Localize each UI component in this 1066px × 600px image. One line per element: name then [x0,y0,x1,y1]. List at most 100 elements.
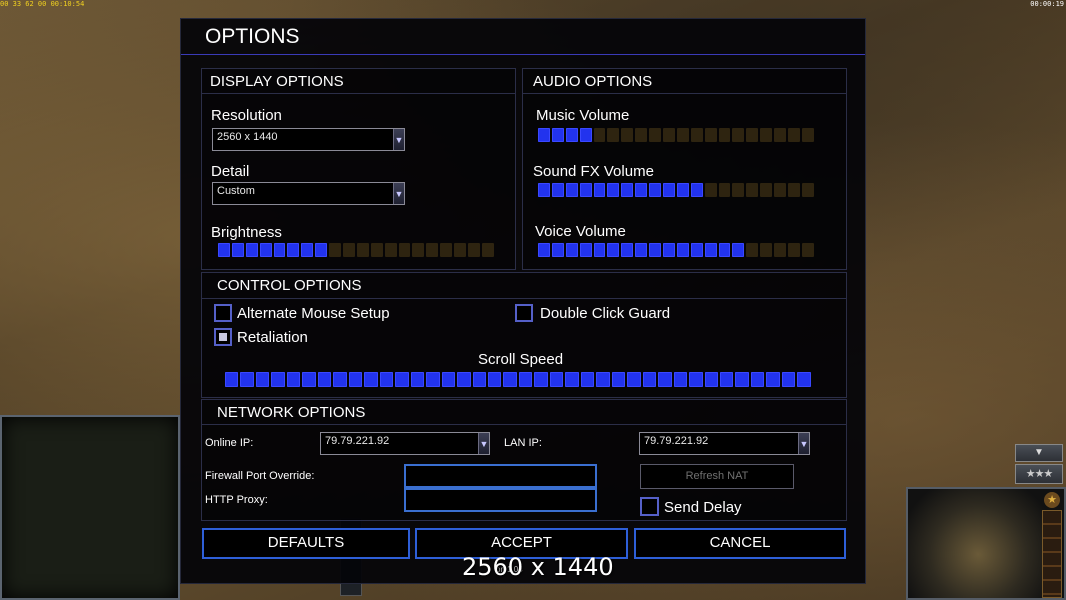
slider-segment [255,372,270,387]
double-click-label: Double Click Guard [540,305,671,322]
slider-segment [621,243,634,257]
sfx-volume-slider[interactable] [538,183,814,197]
slider-segment [364,372,378,387]
slider-segment [627,372,641,387]
retaliation-checkbox[interactable] [214,328,232,346]
fps-counter: 00 33 62 00 00:10:54 [0,0,85,8]
slider-segment [333,372,347,387]
defaults-button[interactable]: DEFAULTS [202,528,410,559]
slider-segment [503,372,517,387]
slider-segment [801,183,814,197]
slider-segment [565,128,578,142]
voice-volume-slider[interactable] [538,243,814,257]
lan-ip-label: LAN IP: [504,437,542,449]
slider-segment [663,243,675,257]
slider-segment [454,243,467,257]
slider-segment [315,243,328,257]
slider-segment [750,372,765,387]
slider-segment [690,128,703,142]
slider-segment [766,372,780,387]
slider-segment [593,243,606,257]
slider-segment [596,372,610,387]
slider-segment [579,128,592,142]
slider-segment [642,372,657,387]
resolution-tooltip: 2560 x 1440 [462,553,614,581]
general-star-icon: ★ [1044,492,1060,508]
slider-segment [287,243,300,257]
slider-segment [481,243,494,257]
minimap[interactable] [0,415,180,600]
slider-segment [611,372,626,387]
cancel-button[interactable]: CANCEL [634,528,846,559]
slider-segment [704,128,717,142]
slider-segment [218,243,230,257]
slider-segment [760,243,773,257]
slider-segment [384,243,397,257]
music-volume-slider[interactable] [538,128,814,142]
slider-segment [676,128,689,142]
slider-segment [343,243,355,257]
slider-segment [301,243,314,257]
refresh-nat-button[interactable]: Refresh NAT [640,464,794,489]
slider-segment [607,183,620,197]
slider-segment [538,183,550,197]
slider-segment [746,128,759,142]
slider-segment [690,243,703,257]
slider-segment [788,243,800,257]
audio-options-heading: AUDIO OPTIONS [523,69,846,94]
online-ip-label: Online IP: [205,437,254,449]
slider-segment [487,372,502,387]
slider-segment [607,128,620,142]
brightness-label: Brightness [211,224,282,241]
voice-volume-label: Voice Volume [535,223,626,240]
slider-segment [635,183,648,197]
chevron-down-icon: ▼ [798,433,809,454]
double-click-checkbox[interactable] [515,304,533,322]
slider-segment [565,372,579,387]
slider-segment [302,372,316,387]
slider-segment [673,372,688,387]
slider-segment [720,372,734,387]
music-volume-label: Music Volume [536,107,630,124]
slider-segment [690,183,703,197]
firewall-port-input[interactable] [404,464,597,488]
slider-segment [593,128,606,142]
slider-segment [635,243,648,257]
lan-ip-value: 79.79.221.92 [644,435,709,447]
slider-segment [663,128,675,142]
alt-mouse-checkbox[interactable] [214,304,232,322]
slider-segment [649,243,662,257]
slider-segment [580,372,595,387]
http-proxy-input[interactable] [404,488,597,512]
slider-segment [457,372,471,387]
chevron-down-icon: ▼ [478,433,489,454]
online-ip-dropdown[interactable]: 79.79.221.92 ▼ [320,432,490,455]
slider-segment [593,183,606,197]
side-scroll-button[interactable]: ▼ [1015,444,1063,462]
slider-segment [579,183,592,197]
slider-segment [317,372,332,387]
slider-segment [797,372,811,387]
resolution-label: Resolution [211,107,282,124]
detail-value: Custom [217,185,255,197]
brightness-slider[interactable] [218,243,494,257]
slider-segment [676,183,689,197]
slider-segment [538,128,550,142]
http-proxy-label: HTTP Proxy: [205,494,268,506]
slider-segment [774,183,787,197]
send-delay-checkbox[interactable] [640,497,659,516]
slider-segment [676,243,689,257]
slider-segment [735,372,749,387]
slider-segment [635,128,648,142]
slider-segment [704,372,718,387]
retaliation-label: Retaliation [237,329,308,346]
lan-ip-dropdown[interactable]: 79.79.221.92 ▼ [639,432,810,455]
scroll-speed-slider[interactable] [225,372,811,387]
slider-segment [579,243,592,257]
slider-segment [379,372,394,387]
slider-segment [518,372,533,387]
slider-segment [231,243,244,257]
slider-segment [395,372,409,387]
detail-dropdown[interactable]: Custom ▼ [212,182,405,205]
resolution-dropdown[interactable]: 2560 x 1440 ▼ [212,128,405,151]
